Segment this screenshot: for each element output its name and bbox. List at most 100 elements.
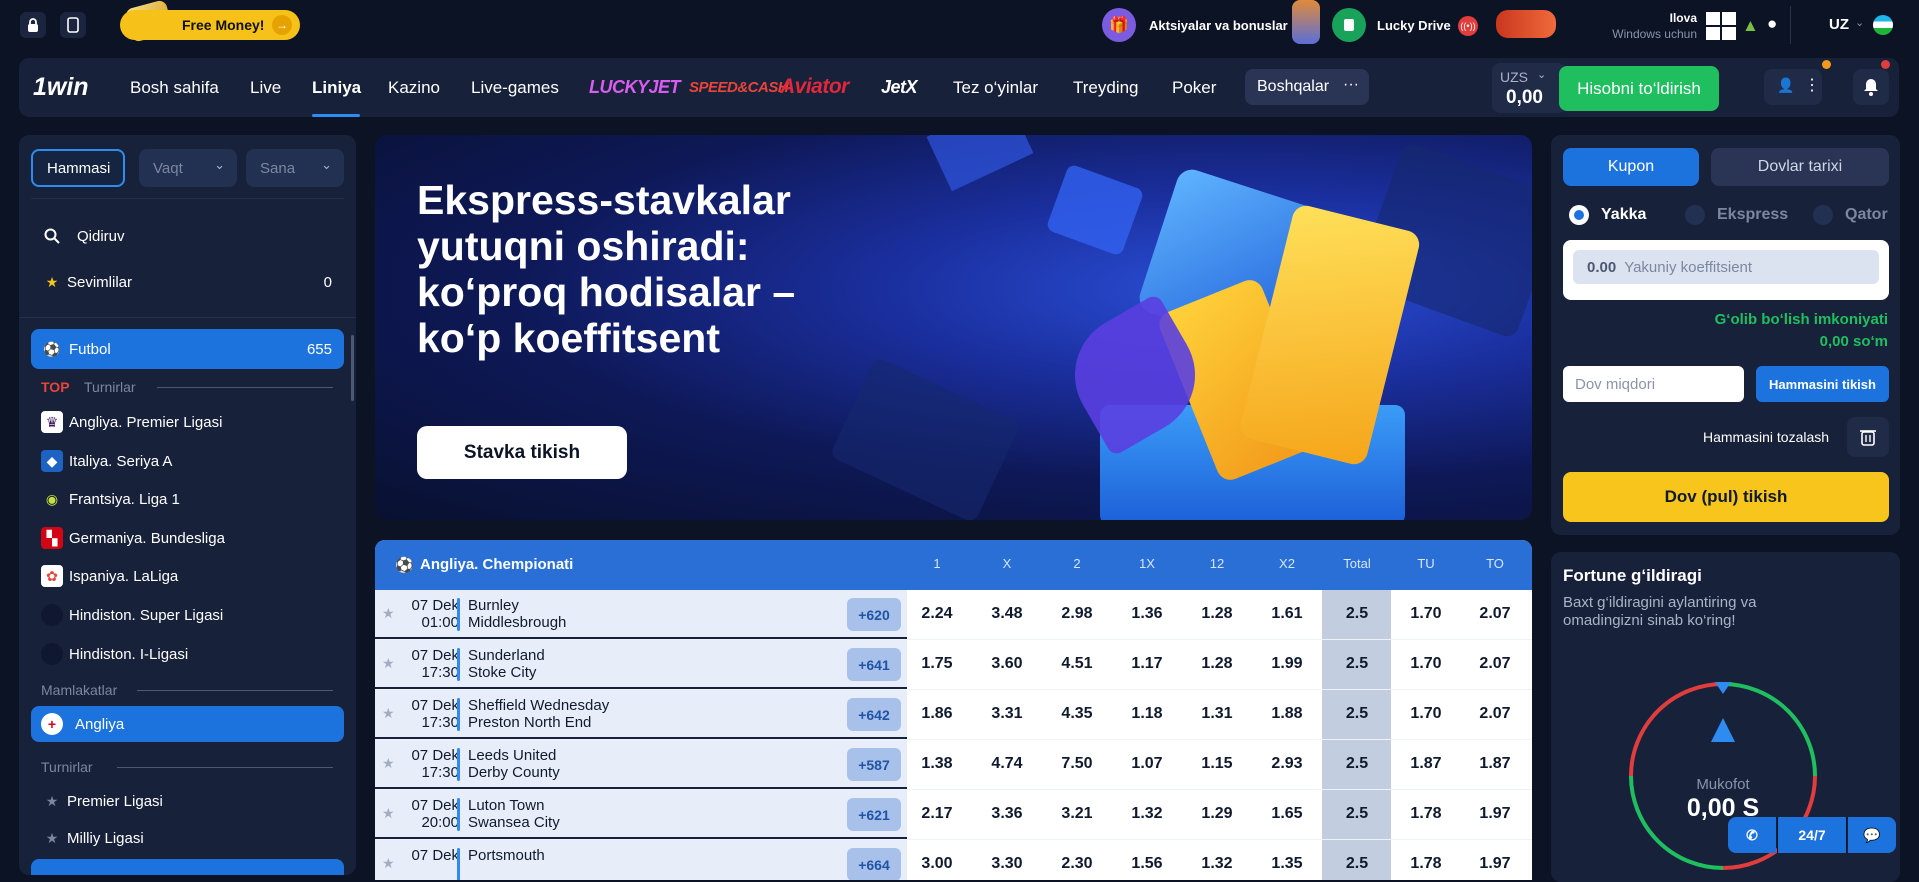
odds-cell[interactable]: 1.18 — [1117, 705, 1177, 723]
mode-single-radio[interactable]: Yakka — [1569, 205, 1646, 225]
promo-link[interactable]: Aktsiyalar va bonuslar — [1149, 18, 1288, 33]
tournament-item[interactable]: ◉ Frantsiya. Liga 1 — [31, 479, 344, 519]
more-markets-button[interactable]: +641 — [847, 648, 901, 681]
mode-express-radio[interactable]: Ekspress — [1685, 205, 1788, 225]
phone-support-button[interactable]: ✆ — [1728, 817, 1776, 853]
odds-cell[interactable]: 2.07 — [1465, 705, 1525, 723]
more-markets-button[interactable]: +620 — [847, 598, 901, 631]
jetx-logo[interactable]: JetX — [881, 77, 918, 98]
nav-home[interactable]: Bosh sahifa — [130, 58, 219, 117]
search-row[interactable]: Qidiruv — [31, 216, 344, 256]
sport-football-row[interactable]: ⚽ Futbol 655 — [31, 329, 344, 369]
odds-cell[interactable]: 1.70 — [1396, 655, 1456, 673]
deposit-button[interactable]: Hisobni to‘ldirish — [1559, 66, 1719, 111]
luckyjet-logo[interactable]: LUCKYJET — [589, 77, 681, 98]
place-bet-button[interactable]: Dov (pul) tikish — [1563, 472, 1889, 522]
tournament-item[interactable]: ✿ Ispaniya. LaLiga — [31, 556, 344, 596]
balance-widget[interactable]: UZS ⌄ 0,00 — [1492, 63, 1566, 113]
bet-all-button[interactable]: Hammasini tikish — [1756, 366, 1889, 402]
odds-cell[interactable]: 1.99 — [1257, 655, 1317, 673]
favorite-star-icon[interactable]: ★ — [382, 855, 395, 872]
odds-cell[interactable]: 1.70 — [1396, 705, 1456, 723]
language-selector[interactable]: UZ — [1829, 16, 1849, 33]
tab-coupon[interactable]: Kupon — [1563, 148, 1699, 186]
odds-cell[interactable]: 7.50 — [1047, 755, 1107, 773]
tournament-item[interactable]: Hindiston. I-Ligasi — [31, 634, 344, 674]
odds-cell[interactable]: 1.17 — [1117, 655, 1177, 673]
more-markets-button[interactable]: +642 — [847, 698, 901, 731]
odds-cell[interactable]: 1.56 — [1117, 855, 1177, 873]
nav-live-games[interactable]: Live-games — [471, 58, 559, 117]
odds-cell[interactable]: 3.00 — [907, 855, 967, 873]
odds-cell[interactable]: 1.28 — [1187, 655, 1247, 673]
odds-cell[interactable]: 2.5 — [1327, 755, 1387, 773]
windows-icon[interactable] — [1706, 12, 1736, 45]
event-teams[interactable]: Burnley Middlesbrough — [468, 597, 566, 631]
odds-cell[interactable]: 3.36 — [977, 805, 1037, 823]
tournament-item[interactable]: ★ Premier Ligasi — [31, 781, 344, 821]
odds-cell[interactable]: 2.5 — [1327, 605, 1387, 623]
nav-live[interactable]: Live — [250, 58, 281, 117]
odds-cell[interactable]: 3.31 — [977, 705, 1037, 723]
speed-cash-logo[interactable]: SPEED&CASH — [689, 79, 789, 96]
partial-selected-row[interactable] — [31, 859, 344, 875]
odds-cell[interactable]: 1.36 — [1117, 605, 1177, 623]
scrollbar[interactable] — [351, 335, 354, 401]
table-row[interactable]: ★ 07 Dek Portsmouth +664 3.00 3.30 2.30 1.56 1.3… — [375, 840, 1532, 880]
odds-cell[interactable]: 2.5 — [1327, 855, 1387, 873]
nav-fast-games[interactable]: Tez o‘yinlar — [953, 58, 1038, 117]
odds-cell[interactable]: 1.70 — [1396, 605, 1456, 623]
favorite-star-icon[interactable]: ★ — [382, 755, 395, 772]
event-teams[interactable]: Portsmouth — [468, 847, 545, 864]
gift-icon[interactable]: 🎁 — [1102, 8, 1136, 42]
event-teams[interactable]: Sheffield Wednesday Preston North End — [468, 697, 609, 731]
odds-cell[interactable]: 1.97 — [1465, 805, 1525, 823]
odds-cell[interactable]: 2.17 — [907, 805, 967, 823]
phone-icon[interactable] — [60, 12, 86, 38]
odds-cell[interactable]: 3.60 — [977, 655, 1037, 673]
favorite-star-icon[interactable]: ★ — [382, 805, 395, 822]
banner-bet-button[interactable]: Stavka tikish — [417, 426, 627, 479]
odds-cell[interactable]: 1.75 — [907, 655, 967, 673]
odds-cell[interactable]: 1.29 — [1187, 805, 1247, 823]
lucky-drive-link[interactable]: Lucky Drive — [1377, 18, 1451, 33]
odds-cell[interactable]: 3.30 — [977, 855, 1037, 873]
tournament-item[interactable]: ♛ Angliya. Premier Ligasi — [31, 402, 344, 442]
odds-cell[interactable]: 3.48 — [977, 605, 1037, 623]
tournament-item[interactable]: ◆ Italiya. Seriya A — [31, 441, 344, 481]
tab-bet-history[interactable]: Dovlar tarixi — [1711, 148, 1889, 186]
odds-cell[interactable]: 1.61 — [1257, 605, 1317, 623]
odds-cell[interactable]: 1.78 — [1396, 805, 1456, 823]
odds-cell[interactable]: 1.32 — [1187, 855, 1247, 873]
filter-time-select[interactable]: Vaqt ⌄ — [139, 149, 237, 187]
chat-support-button[interactable]: 💬 — [1848, 817, 1896, 853]
table-row[interactable]: ★ 07 Dek 17:30 Leeds United Derby County +587… — [375, 740, 1532, 789]
bet-amount-input[interactable]: Dov miqdori — [1563, 366, 1744, 402]
odds-cell[interactable]: 1.78 — [1396, 855, 1456, 873]
country-row[interactable]: + Angliya — [31, 706, 344, 742]
more-markets-button[interactable]: +664 — [847, 848, 901, 880]
odds-cell[interactable]: 2.98 — [1047, 605, 1107, 623]
event-teams[interactable]: Sunderland Stoke City — [468, 647, 545, 681]
more-menu-button[interactable]: Boshqalar ··· — [1245, 69, 1369, 105]
apple-icon[interactable]: ● — [1767, 14, 1777, 34]
odds-cell[interactable]: 4.74 — [977, 755, 1037, 773]
tournament-item[interactable]: ★ Milliy Ligasi — [31, 818, 344, 858]
odds-cell[interactable]: 2.5 — [1327, 805, 1387, 823]
favorites-row[interactable]: ★ Sevimlilar 0 — [31, 262, 344, 302]
odds-cell[interactable]: 2.24 — [907, 605, 967, 623]
odds-cell[interactable]: 1.15 — [1187, 755, 1247, 773]
odds-cell[interactable]: 1.86 — [907, 705, 967, 723]
event-teams[interactable]: Leeds United Derby County — [468, 747, 560, 781]
aviator-logo[interactable]: Aviator — [780, 75, 849, 99]
odds-cell[interactable]: 4.51 — [1047, 655, 1107, 673]
filter-date-select[interactable]: Sana ⌄ — [246, 149, 344, 187]
odds-cell[interactable]: 2.07 — [1465, 605, 1525, 623]
nav-casino[interactable]: Kazino — [388, 58, 440, 117]
tournament-item[interactable]: Hindiston. Super Ligasi — [31, 595, 344, 635]
filter-all-button[interactable]: Hammasi — [31, 149, 125, 187]
odds-cell[interactable]: 1.97 — [1465, 855, 1525, 873]
odds-cell[interactable]: 1.35 — [1257, 855, 1317, 873]
table-row[interactable]: ★ 07 Dek 17:30 Sunderland Stoke City +641 1.75… — [375, 640, 1532, 689]
favorite-star-icon[interactable]: ★ — [382, 605, 395, 622]
